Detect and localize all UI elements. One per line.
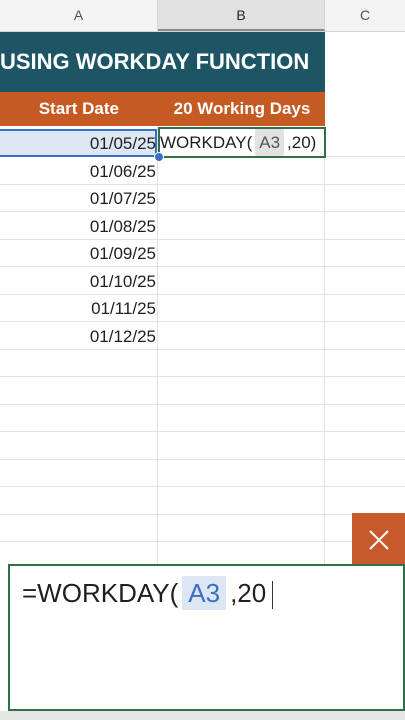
cancel-edit-button[interactable] (352, 513, 405, 564)
gridline (0, 404, 405, 405)
b3-cell-reference-chip[interactable]: A3 (255, 129, 285, 156)
bottom-strip (0, 711, 405, 720)
sheet-title[interactable]: USING WORKDAY FUNCTION (0, 32, 325, 92)
date-cell[interactable]: 01/05/25 (0, 130, 156, 157)
date-cell[interactable]: 01/10/25 (0, 268, 156, 295)
column-header-bar: A B C (0, 0, 405, 32)
date-cell[interactable]: 01/06/25 (0, 158, 156, 185)
formula-cell-reference-chip[interactable]: A3 (182, 576, 227, 610)
column-header-a[interactable]: A (0, 0, 158, 31)
b3-formula-prefix: WORKDAY( (160, 133, 253, 152)
selection-handle[interactable] (154, 152, 164, 162)
gridline (0, 376, 405, 377)
header-start-date[interactable]: Start Date (0, 92, 157, 126)
b3-formula-text[interactable]: WORKDAY(A3,20) (160, 129, 316, 156)
formula-input[interactable]: =WORKDAY(A3,20 (22, 576, 274, 610)
gridline (0, 514, 405, 515)
gridline (0, 541, 405, 542)
formula-bar[interactable]: =WORKDAY(A3,20 (8, 564, 405, 711)
b3-formula-suffix: ,20) (287, 133, 317, 152)
spreadsheet-grid[interactable]: USING WORKDAY FUNCTION Start Date 20 Wor… (0, 32, 405, 564)
gridline (0, 486, 405, 487)
date-cell[interactable]: 01/08/25 (0, 213, 156, 240)
gridline (0, 459, 405, 460)
header-working-days[interactable]: 20 Working Days (159, 92, 325, 126)
date-cell[interactable]: 01/12/25 (0, 323, 156, 350)
formula-suffix: ,20 (230, 578, 267, 608)
column-header-b[interactable]: B (158, 0, 325, 31)
date-cell[interactable]: 01/11/25 (0, 295, 156, 322)
column-header-c[interactable]: C (325, 0, 405, 31)
date-cell[interactable]: 01/09/25 (0, 240, 156, 267)
text-caret (272, 581, 274, 610)
close-icon (368, 530, 389, 550)
date-cell[interactable]: 01/07/25 (0, 185, 156, 212)
formula-prefix: =WORKDAY( (22, 578, 179, 608)
gridline (0, 431, 405, 432)
